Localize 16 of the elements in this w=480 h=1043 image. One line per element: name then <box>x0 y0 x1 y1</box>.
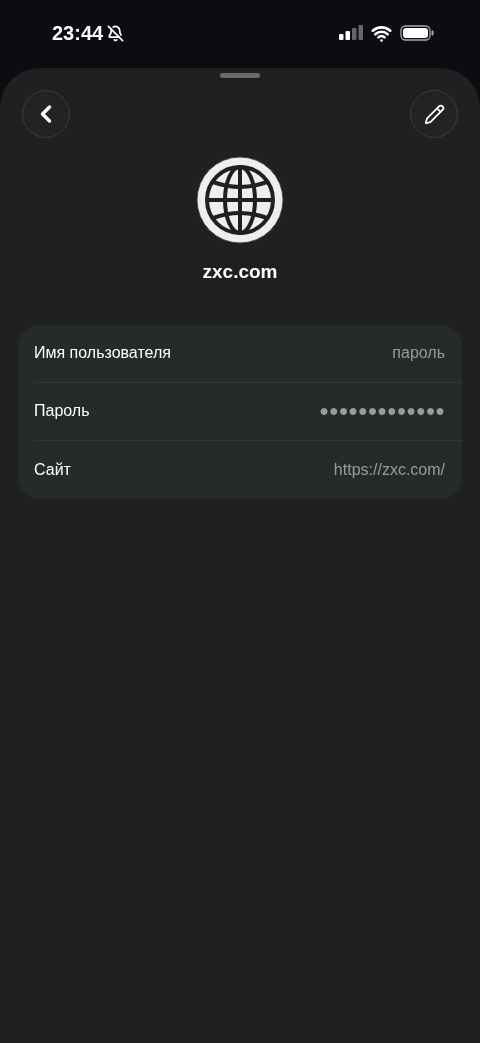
field-label: Сайт <box>34 459 71 480</box>
drag-handle[interactable] <box>220 73 260 78</box>
muted-bell-icon <box>107 24 125 42</box>
field-label: Имя пользователя <box>34 343 171 363</box>
status-time: 23:44 <box>52 21 104 46</box>
field-label: Пароль <box>34 401 90 421</box>
site-title: zxc.com <box>202 260 278 284</box>
signal-icon <box>339 25 363 41</box>
field-value[interactable]: пароль <box>392 341 445 365</box>
globe-icon <box>196 156 284 244</box>
pencil-icon <box>423 103 445 125</box>
battery-icon <box>400 25 434 41</box>
field-value[interactable]: https://zxc.com/ <box>333 457 445 482</box>
back-button[interactable] <box>22 90 70 138</box>
field-value[interactable]: ●●●●●●●●●●●●● <box>319 399 445 423</box>
edit-button[interactable] <box>410 90 458 138</box>
